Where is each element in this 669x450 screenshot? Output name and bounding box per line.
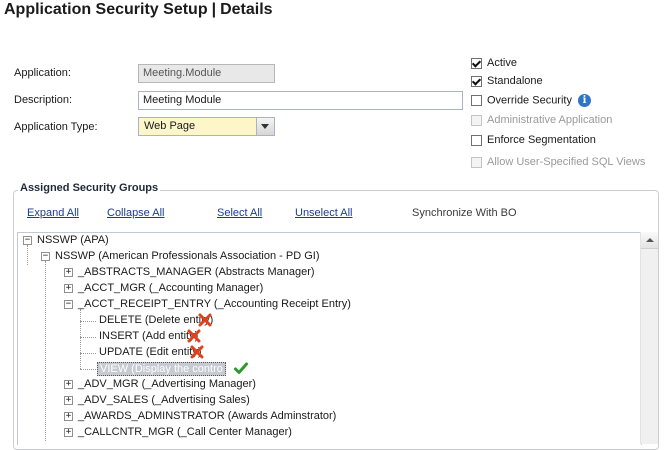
standalone-label: Standalone bbox=[487, 75, 543, 88]
collapse-toggle-icon[interactable]: − bbox=[41, 252, 50, 261]
tree-node-label[interactable]: DELETE (Delete entity) bbox=[99, 314, 213, 326]
option-allow-sql-views: Allow User-Specified SQL Views bbox=[471, 156, 645, 172]
title-separator: | bbox=[211, 1, 217, 18]
tree-node-label[interactable]: _AWARDS_ADMINSTRATOR (Awards Adminstrato… bbox=[78, 410, 336, 422]
collapse-all-link[interactable]: Collapse All bbox=[107, 207, 164, 219]
application-label: Application: bbox=[14, 67, 71, 79]
active-label: Active bbox=[487, 57, 517, 70]
active-checkbox[interactable] bbox=[471, 57, 482, 69]
application-type-select[interactable]: Web Page bbox=[138, 117, 275, 136]
description-field[interactable]: Meeting Module bbox=[138, 91, 463, 110]
page-title-sub: Details bbox=[220, 1, 273, 18]
tree-node-label-selected[interactable]: VIEW (Display the contro bbox=[97, 362, 226, 376]
override-security-checkbox[interactable] bbox=[471, 95, 482, 106]
tree-node-label[interactable]: _ACCT_RECEIPT_ENTRY (_Accounting Receipt… bbox=[78, 298, 351, 310]
tree-node-label[interactable]: _ABSTRACTS_MANAGER (Abstracts Manager) bbox=[78, 266, 315, 278]
denied-x-icon[interactable] bbox=[198, 313, 212, 327]
tree-node-label[interactable]: NSSWP (American Professionals Associatio… bbox=[55, 250, 320, 262]
collapse-toggle-icon[interactable]: − bbox=[64, 300, 73, 309]
allowed-check-icon[interactable] bbox=[234, 362, 248, 375]
option-enforce-segmentation[interactable]: Enforce Segmentation bbox=[471, 134, 596, 150]
expand-toggle-icon[interactable]: + bbox=[64, 268, 73, 277]
tree-node-label[interactable]: INSERT (Add entity) bbox=[99, 330, 198, 342]
option-active[interactable]: Active bbox=[471, 57, 517, 73]
security-group-tree[interactable]: − NSSWP (APA) − NSSWP (American Professi… bbox=[17, 232, 642, 445]
info-icon[interactable]: i bbox=[577, 94, 591, 107]
expand-toggle-icon[interactable]: + bbox=[64, 412, 73, 421]
expand-toggle-icon[interactable]: + bbox=[64, 428, 73, 437]
page-title: Application Security Setup | Details bbox=[4, 1, 273, 19]
administrative-application-checkbox bbox=[471, 114, 482, 126]
administrative-application-label: Administrative Application bbox=[487, 114, 613, 127]
dropdown-arrow-icon[interactable] bbox=[256, 118, 274, 135]
application-field: Meeting.Module bbox=[138, 64, 275, 83]
enforce-segmentation-checkbox[interactable] bbox=[471, 134, 482, 146]
assigned-security-groups-legend: Assigned Security Groups bbox=[18, 182, 161, 194]
page-title-main: Application Security Setup bbox=[4, 1, 208, 18]
expand-toggle-icon[interactable]: + bbox=[64, 396, 73, 405]
expand-toggle-icon[interactable]: + bbox=[64, 284, 73, 293]
application-type-label: Application Type: bbox=[14, 121, 98, 133]
unselect-all-link[interactable]: Unselect All bbox=[295, 207, 352, 219]
expand-all-link[interactable]: Expand All bbox=[27, 207, 79, 219]
tree-node-label[interactable]: _ADV_SALES (_Advertising Sales) bbox=[78, 394, 250, 406]
synchronize-with-bo-button[interactable]: Synchronize With BO bbox=[412, 207, 517, 219]
option-standalone[interactable]: Standalone bbox=[471, 75, 543, 91]
allow-sql-views-checkbox bbox=[471, 156, 482, 168]
application-type-value: Web Page bbox=[144, 120, 196, 132]
tree-node-label[interactable]: _CALLCNTR_MGR (_Call Center Manager) bbox=[78, 426, 292, 438]
tree-scrollbar[interactable] bbox=[640, 232, 658, 444]
override-security-label: Override Security bbox=[487, 94, 572, 107]
enforce-segmentation-label: Enforce Segmentation bbox=[487, 134, 596, 147]
tree-node-label[interactable]: _ADV_MGR (_Advertising Manager) bbox=[78, 378, 256, 390]
option-override-security[interactable]: Override Security i bbox=[471, 94, 591, 110]
scroll-up-arrow-icon[interactable] bbox=[641, 232, 658, 249]
tree-node-label[interactable]: NSSWP (APA) bbox=[37, 234, 109, 246]
denied-x-icon[interactable] bbox=[187, 329, 201, 343]
standalone-checkbox[interactable] bbox=[471, 75, 482, 87]
tree-node-label[interactable]: UPDATE (Edit entity) bbox=[99, 346, 202, 358]
allow-sql-views-label: Allow User-Specified SQL Views bbox=[487, 156, 646, 169]
option-administrative-application: Administrative Application bbox=[471, 114, 612, 130]
expand-toggle-icon[interactable]: + bbox=[64, 380, 73, 389]
description-label: Description: bbox=[14, 94, 73, 106]
collapse-toggle-icon[interactable]: − bbox=[23, 236, 32, 245]
tree-node-label[interactable]: _ACCT_MGR (_Accounting Manager) bbox=[78, 282, 263, 294]
select-all-link[interactable]: Select All bbox=[217, 207, 262, 219]
denied-x-icon[interactable] bbox=[190, 345, 204, 359]
